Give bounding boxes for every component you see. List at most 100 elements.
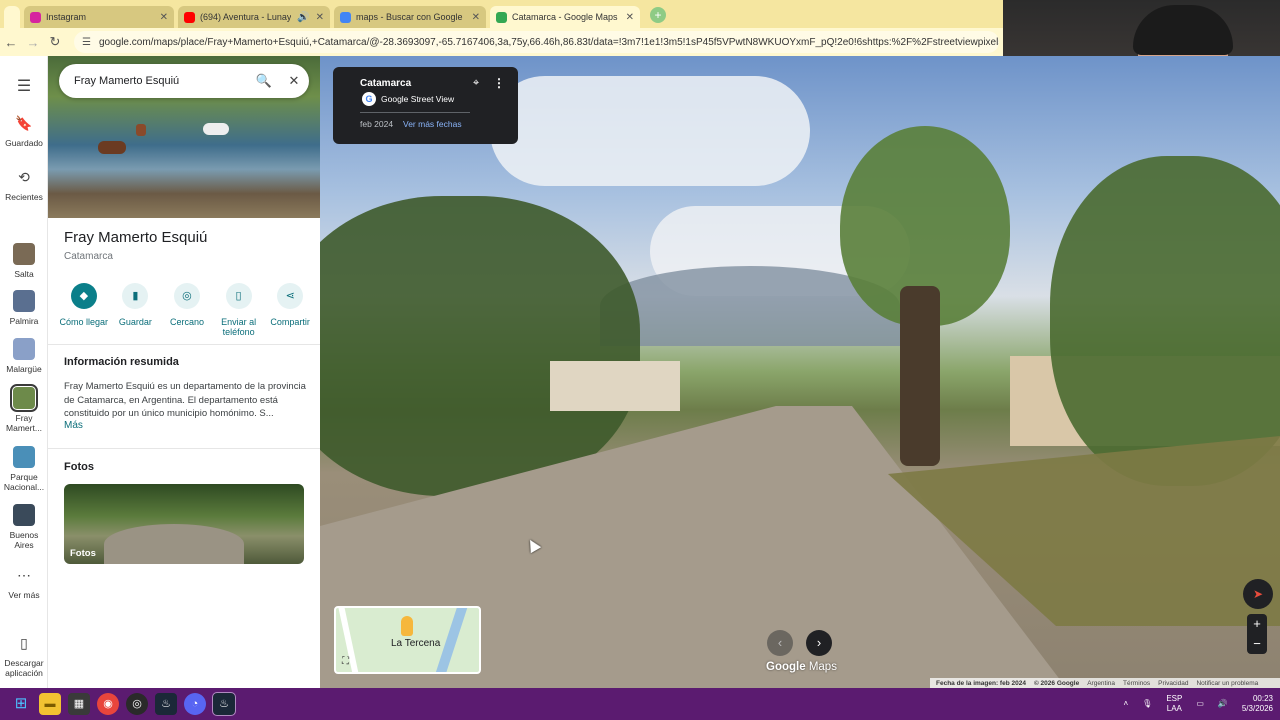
steam-active-icon[interactable]: ♨ xyxy=(212,692,236,716)
reload-icon[interactable]: ↻ xyxy=(44,34,66,50)
windows-start-icon[interactable]: ⊞ xyxy=(10,693,32,715)
tab-google-maps[interactable]: Catamarca - Google Maps ✕ xyxy=(490,6,640,28)
discord-icon[interactable]: ◔ xyxy=(184,693,206,715)
rail-recent[interactable]: ⟲ Recientes xyxy=(0,166,48,202)
rail-place-fray-mamerto[interactable]: Fray Mamert... xyxy=(0,384,48,433)
action-label: Enviar al teléfono xyxy=(221,317,257,337)
sv-card-title: Catamarca xyxy=(360,78,412,89)
next-image-button[interactable]: › xyxy=(806,630,832,656)
sv-card-subtitle: Google Street View xyxy=(381,94,455,104)
action-label: Guardar xyxy=(118,317,152,327)
obs-icon[interactable]: ◎ xyxy=(126,693,148,715)
search-icon[interactable]: 🔍 xyxy=(249,73,279,89)
tab-instagram[interactable]: Instagram ✕ xyxy=(24,6,174,28)
photos-thumbnail[interactable]: Fotos xyxy=(64,484,304,564)
directions-button[interactable]: ◆ Cómo llegar xyxy=(58,283,110,337)
microphone-icon[interactable]: 🎙 xyxy=(1142,699,1152,709)
summary-heading: Información resumida xyxy=(64,356,179,368)
rail-place-salta[interactable]: Salta xyxy=(0,243,48,279)
chrome-icon[interactable]: ◉ xyxy=(97,693,119,715)
divider xyxy=(360,112,470,113)
google-icon xyxy=(340,11,351,23)
place-thumbnail xyxy=(13,446,35,468)
directions-icon: ◆ xyxy=(70,283,97,309)
close-tab-icon[interactable]: ✕ xyxy=(472,12,480,23)
zoom-out-button[interactable]: − xyxy=(1247,634,1267,654)
previous-image-button[interactable]: ‹ xyxy=(767,630,793,656)
location-pin-icon[interactable]: ⌖ xyxy=(473,77,479,90)
bookmark-icon: ▮ xyxy=(122,283,149,309)
rail-more[interactable]: ⋯ Ver más xyxy=(0,564,48,600)
photo-road xyxy=(104,524,244,564)
language-indicator[interactable]: ESP LAA xyxy=(1166,694,1182,714)
report-problem-link[interactable]: Notificar un problema xyxy=(1196,680,1258,687)
address-bar-row: ← → ↻ ☰ google.com/maps/place/Fray+Mamer… xyxy=(0,28,1003,56)
site-info-icon[interactable]: ☰ xyxy=(82,37,91,48)
network-icon[interactable]: ▭ xyxy=(1196,699,1204,709)
search-box[interactable]: Fray Mamerto Esquiú 🔍 ✕ xyxy=(59,64,309,98)
close-icon[interactable]: ✕ xyxy=(279,73,309,89)
expand-map-icon[interactable]: ⛶ xyxy=(342,656,349,667)
place-thumbnail xyxy=(13,504,35,526)
place-title: Fray Mamerto Esquiú xyxy=(64,229,208,246)
instagram-icon xyxy=(30,11,41,23)
close-tab-icon[interactable]: ✕ xyxy=(626,12,634,23)
share-button[interactable]: ⋖ Compartir xyxy=(264,283,316,337)
volume-icon[interactable]: 🔊 xyxy=(1218,699,1228,709)
photos-heading: Fotos xyxy=(64,461,94,473)
close-tab-icon[interactable]: ✕ xyxy=(160,12,168,23)
tree-right xyxy=(1050,156,1280,486)
more-options-icon[interactable]: ⋮ xyxy=(493,76,505,90)
system-tray: ˄ 🎙 ESP LAA ▭ 🔊 00:23 5/3/2026 xyxy=(1116,688,1280,720)
back-icon[interactable]: ← xyxy=(0,35,22,50)
divider xyxy=(48,344,320,345)
rail-place-parque-nacional[interactable]: Parque Nacional... xyxy=(0,446,48,492)
store-icon[interactable]: ▦ xyxy=(68,693,90,715)
mini-map[interactable]: La Tercena ⛶ xyxy=(334,606,481,674)
audio-playing-icon[interactable]: 🔊 xyxy=(297,12,309,23)
tab-youtube[interactable]: (694) Aventura - Lunay X Anuel 🔊 ✕ xyxy=(178,6,330,28)
clock-date: 5/3/2026 xyxy=(1241,704,1273,713)
clock[interactable]: 00:23 5/3/2026 xyxy=(1242,694,1273,714)
forward-icon[interactable]: → xyxy=(22,35,44,50)
tab-google-search[interactable]: maps - Buscar con Google ✕ xyxy=(334,6,486,28)
summary-more-link[interactable]: Más xyxy=(64,420,83,431)
new-tab-button[interactable]: + xyxy=(650,7,666,23)
tab-label: (694) Aventura - Lunay X Anuel xyxy=(200,12,292,22)
rail-place-malargue[interactable]: Malargüe xyxy=(0,338,48,374)
rail-download-app[interactable]: ▯ Descargar aplicación xyxy=(0,632,48,678)
rail-recent-label: Recientes xyxy=(5,192,43,202)
privacy-link[interactable]: Privacidad xyxy=(1158,680,1188,687)
rail-place-buenos-aires[interactable]: Buenos Aires xyxy=(0,504,48,550)
place-subtitle: Catamarca xyxy=(64,251,113,262)
nearby-button[interactable]: ◎ Cercano xyxy=(161,283,213,337)
rail-saved[interactable]: 🔖 Guardado xyxy=(0,112,48,148)
chevron-up-icon[interactable]: ˄ xyxy=(1123,699,1128,709)
rail-place-label: Palmira xyxy=(9,316,39,326)
country-link[interactable]: Argentina xyxy=(1087,680,1115,687)
clock-time: 00:23 xyxy=(1252,694,1273,703)
steam-icon[interactable]: ♨ xyxy=(155,693,177,715)
tab-search-button[interactable] xyxy=(4,6,20,28)
street-view-canvas[interactable] xyxy=(320,56,1280,688)
save-button[interactable]: ▮ Guardar xyxy=(110,283,162,337)
url-field[interactable]: ☰ google.com/maps/place/Fray+Mamerto+Esq… xyxy=(74,31,999,53)
terms-link[interactable]: Términos xyxy=(1123,680,1150,687)
rail-place-palmira[interactable]: Palmira xyxy=(0,290,48,326)
place-thumbnail xyxy=(13,338,35,360)
search-input[interactable]: Fray Mamerto Esquiú xyxy=(74,75,249,87)
close-tab-icon[interactable]: ✕ xyxy=(316,12,324,23)
street-view-info-card: Catamarca G Google Street View feb 2024 … xyxy=(333,67,518,144)
send-to-phone-button[interactable]: ▯ Enviar al teléfono xyxy=(213,283,265,337)
copyright: © 2026 Google xyxy=(1033,679,1080,687)
zoom-controls: + − xyxy=(1247,614,1267,654)
sv-more-dates-link[interactable]: Ver más fechas xyxy=(403,119,462,129)
menu-icon[interactable]: ☰ xyxy=(14,76,34,96)
map-footer: Fecha de la imagen: feb 2024 © 2026 Goog… xyxy=(930,678,1280,688)
nearby-icon: ◎ xyxy=(173,283,200,309)
summary-text: Fray Mamerto Esquiú es un departamento d… xyxy=(64,381,306,419)
compass-icon[interactable]: ➤ xyxy=(1243,579,1273,609)
image-date: Fecha de la imagen: feb 2024 xyxy=(936,679,1026,687)
zoom-in-button[interactable]: + xyxy=(1247,614,1267,634)
file-explorer-icon[interactable]: ▬ xyxy=(39,693,61,715)
